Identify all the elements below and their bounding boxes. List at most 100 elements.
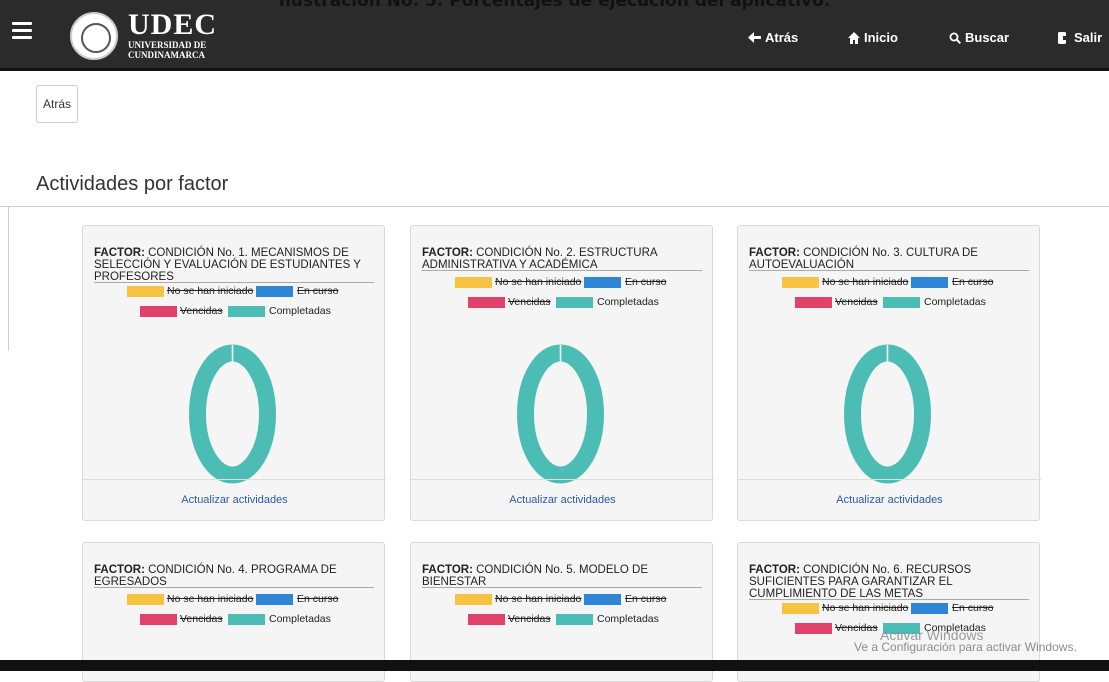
- home-icon: [848, 31, 860, 44]
- legend-swatch-overdue[interactable]: [795, 623, 832, 634]
- back-button[interactable]: Atrás: [36, 85, 78, 123]
- legend-label-overdue[interactable]: Vencidas: [835, 296, 878, 308]
- factor-title: FACTOR: CONDICIÓN No. 6. RECURSOS SUFICI…: [749, 564, 1029, 600]
- title-underline: [422, 270, 702, 271]
- menu-icon[interactable]: [12, 22, 32, 42]
- factor-card: FACTOR: CONDICIÓN No. 1. MECANISMOS DE S…: [82, 225, 386, 521]
- legend-label-completed[interactable]: Completadas: [597, 296, 659, 308]
- title-underline: [422, 587, 702, 588]
- windows-activation-subtext: Ve a Configuración para activar Windows.: [854, 640, 1077, 654]
- title-underline: [94, 587, 374, 588]
- legend-swatch-not-started[interactable]: [455, 277, 492, 288]
- factor-title: FACTOR: CONDICIÓN No. 5. MODELO DE BIENE…: [422, 564, 702, 588]
- brand-name: UDEC: [128, 8, 218, 41]
- page-title: Actividades por factor: [36, 173, 229, 195]
- nav-back-link[interactable]: Atrás: [748, 30, 798, 45]
- factor-title: FACTOR: CONDICIÓN No. 2. ESTRUCTURA ADMI…: [422, 247, 702, 271]
- legend-label-overdue[interactable]: Vencidas: [508, 296, 551, 308]
- legend-swatch-not-started[interactable]: [782, 603, 819, 614]
- legend-swatch-completed[interactable]: [883, 297, 920, 308]
- legend-swatch-overdue[interactable]: [468, 297, 505, 308]
- legend-label-not-started[interactable]: No se han iniciado: [167, 593, 253, 605]
- legend-label-overdue[interactable]: Vencidas: [508, 613, 551, 625]
- legend-label-not-started[interactable]: No se han iniciado: [495, 276, 581, 288]
- factor-prefix: FACTOR:: [94, 564, 145, 576]
- legend-swatch-completed[interactable]: [228, 614, 265, 625]
- legend-label-overdue[interactable]: Vencidas: [180, 613, 223, 625]
- nav-logout-label: Salir: [1074, 30, 1103, 45]
- completion-donut-chart: [189, 344, 276, 484]
- nav-home-label: Inicio: [864, 30, 898, 45]
- factor-prefix: FACTOR:: [749, 247, 800, 259]
- legend-label-in-progress[interactable]: En curso: [952, 602, 993, 614]
- legend-label-not-started[interactable]: No se han iniciado: [167, 285, 253, 297]
- legend-label-in-progress[interactable]: En curso: [952, 276, 993, 288]
- factor-prefix: FACTOR:: [94, 247, 145, 259]
- update-activities-link[interactable]: Actualizar actividades: [738, 479, 1041, 520]
- legend-label-in-progress[interactable]: En curso: [297, 285, 338, 297]
- update-activities-link[interactable]: Actualizar actividades: [411, 479, 714, 520]
- legend-label-overdue[interactable]: Vencidas: [180, 305, 223, 317]
- legend-row-1: No se han iniciado En curso: [455, 593, 695, 606]
- update-activities-link[interactable]: Actualizar actividades: [83, 479, 386, 520]
- legend-label-completed[interactable]: Completadas: [597, 613, 659, 625]
- factor-card: FACTOR: CONDICIÓN No. 3. CULTURA DE AUTO…: [737, 225, 1041, 521]
- brand-line-1: UNIVERSIDAD DE: [128, 40, 207, 50]
- nav-back-label: Atrás: [765, 30, 799, 45]
- nav-home-link[interactable]: Inicio: [848, 30, 898, 45]
- title-underline: [749, 599, 1029, 600]
- factor-prefix: FACTOR:: [749, 564, 800, 576]
- legend-label-completed[interactable]: Completadas: [924, 296, 986, 308]
- legend-label-not-started[interactable]: No se han iniciado: [495, 593, 581, 605]
- page-footer-bar: [0, 660, 1109, 671]
- nav-search-link[interactable]: Buscar: [949, 30, 1009, 45]
- legend-swatch-completed[interactable]: [556, 614, 593, 625]
- legend-swatch-in-progress[interactable]: [256, 594, 293, 605]
- legend-swatch-not-started[interactable]: [127, 594, 164, 605]
- legend-swatch-overdue[interactable]: [795, 297, 832, 308]
- legend-swatch-completed[interactable]: [228, 306, 265, 317]
- brand-line-2: CUNDINAMARCA: [128, 50, 205, 60]
- legend-swatch-not-started[interactable]: [127, 286, 164, 297]
- legend-swatch-in-progress[interactable]: [584, 277, 621, 288]
- legend-swatch-not-started[interactable]: [782, 277, 819, 288]
- nav-logout-link[interactable]: Salir: [1058, 30, 1102, 45]
- legend-swatch-in-progress[interactable]: [584, 594, 621, 605]
- title-underline: [749, 270, 1029, 271]
- legend-row-1: No se han iniciado En curso: [127, 285, 367, 298]
- legend-swatch-overdue[interactable]: [140, 306, 177, 317]
- legend-label-in-progress[interactable]: En curso: [625, 593, 666, 605]
- legend-swatch-overdue[interactable]: [468, 614, 505, 625]
- legend-swatch-not-started[interactable]: [455, 594, 492, 605]
- left-divider: [8, 206, 9, 351]
- factor-title: FACTOR: CONDICIÓN No. 3. CULTURA DE AUTO…: [749, 247, 1029, 271]
- donut-completed-ring: [844, 344, 931, 484]
- completion-donut-chart: [844, 344, 931, 484]
- legend-swatch-completed[interactable]: [556, 297, 593, 308]
- search-icon: [949, 32, 961, 44]
- legend-swatch-in-progress[interactable]: [911, 603, 948, 614]
- university-seal-logo: [70, 12, 118, 60]
- brand-logo[interactable]: UDEC UNIVERSIDAD DE CUNDINAMARCA: [128, 8, 218, 61]
- factor-title: FACTOR: CONDICIÓN No. 1. MECANISMOS DE S…: [94, 247, 374, 283]
- legend-label-completed[interactable]: Completadas: [269, 613, 331, 625]
- legend-swatch-in-progress[interactable]: [256, 286, 293, 297]
- legend-row-2: Vencidas Completadas: [468, 296, 708, 309]
- title-divider: [0, 206, 1109, 207]
- legend-label-in-progress[interactable]: En curso: [625, 276, 666, 288]
- legend-swatch-in-progress[interactable]: [911, 277, 948, 288]
- legend-label-not-started[interactable]: No se han iniciado: [822, 276, 908, 288]
- legend-row-1: No se han iniciado En curso: [127, 593, 367, 606]
- legend-label-completed[interactable]: Completadas: [269, 305, 331, 317]
- legend-label-overdue[interactable]: Vencidas: [835, 622, 878, 634]
- legend-row-2: Vencidas Completadas: [140, 305, 380, 318]
- legend-label-not-started[interactable]: No se han iniciado: [822, 602, 908, 614]
- donut-completed-ring: [517, 344, 604, 484]
- legend-label-in-progress[interactable]: En curso: [297, 593, 338, 605]
- legend-swatch-overdue[interactable]: [140, 614, 177, 625]
- legend-row-1: No se han iniciado En curso: [782, 276, 1022, 289]
- factor-prefix: FACTOR:: [422, 564, 473, 576]
- factor-title: FACTOR: CONDICIÓN No. 4. PROGRAMA DE EGR…: [94, 564, 374, 588]
- factor-card: FACTOR: CONDICIÓN No. 2. ESTRUCTURA ADMI…: [410, 225, 714, 521]
- arrow-left-icon: [748, 32, 761, 43]
